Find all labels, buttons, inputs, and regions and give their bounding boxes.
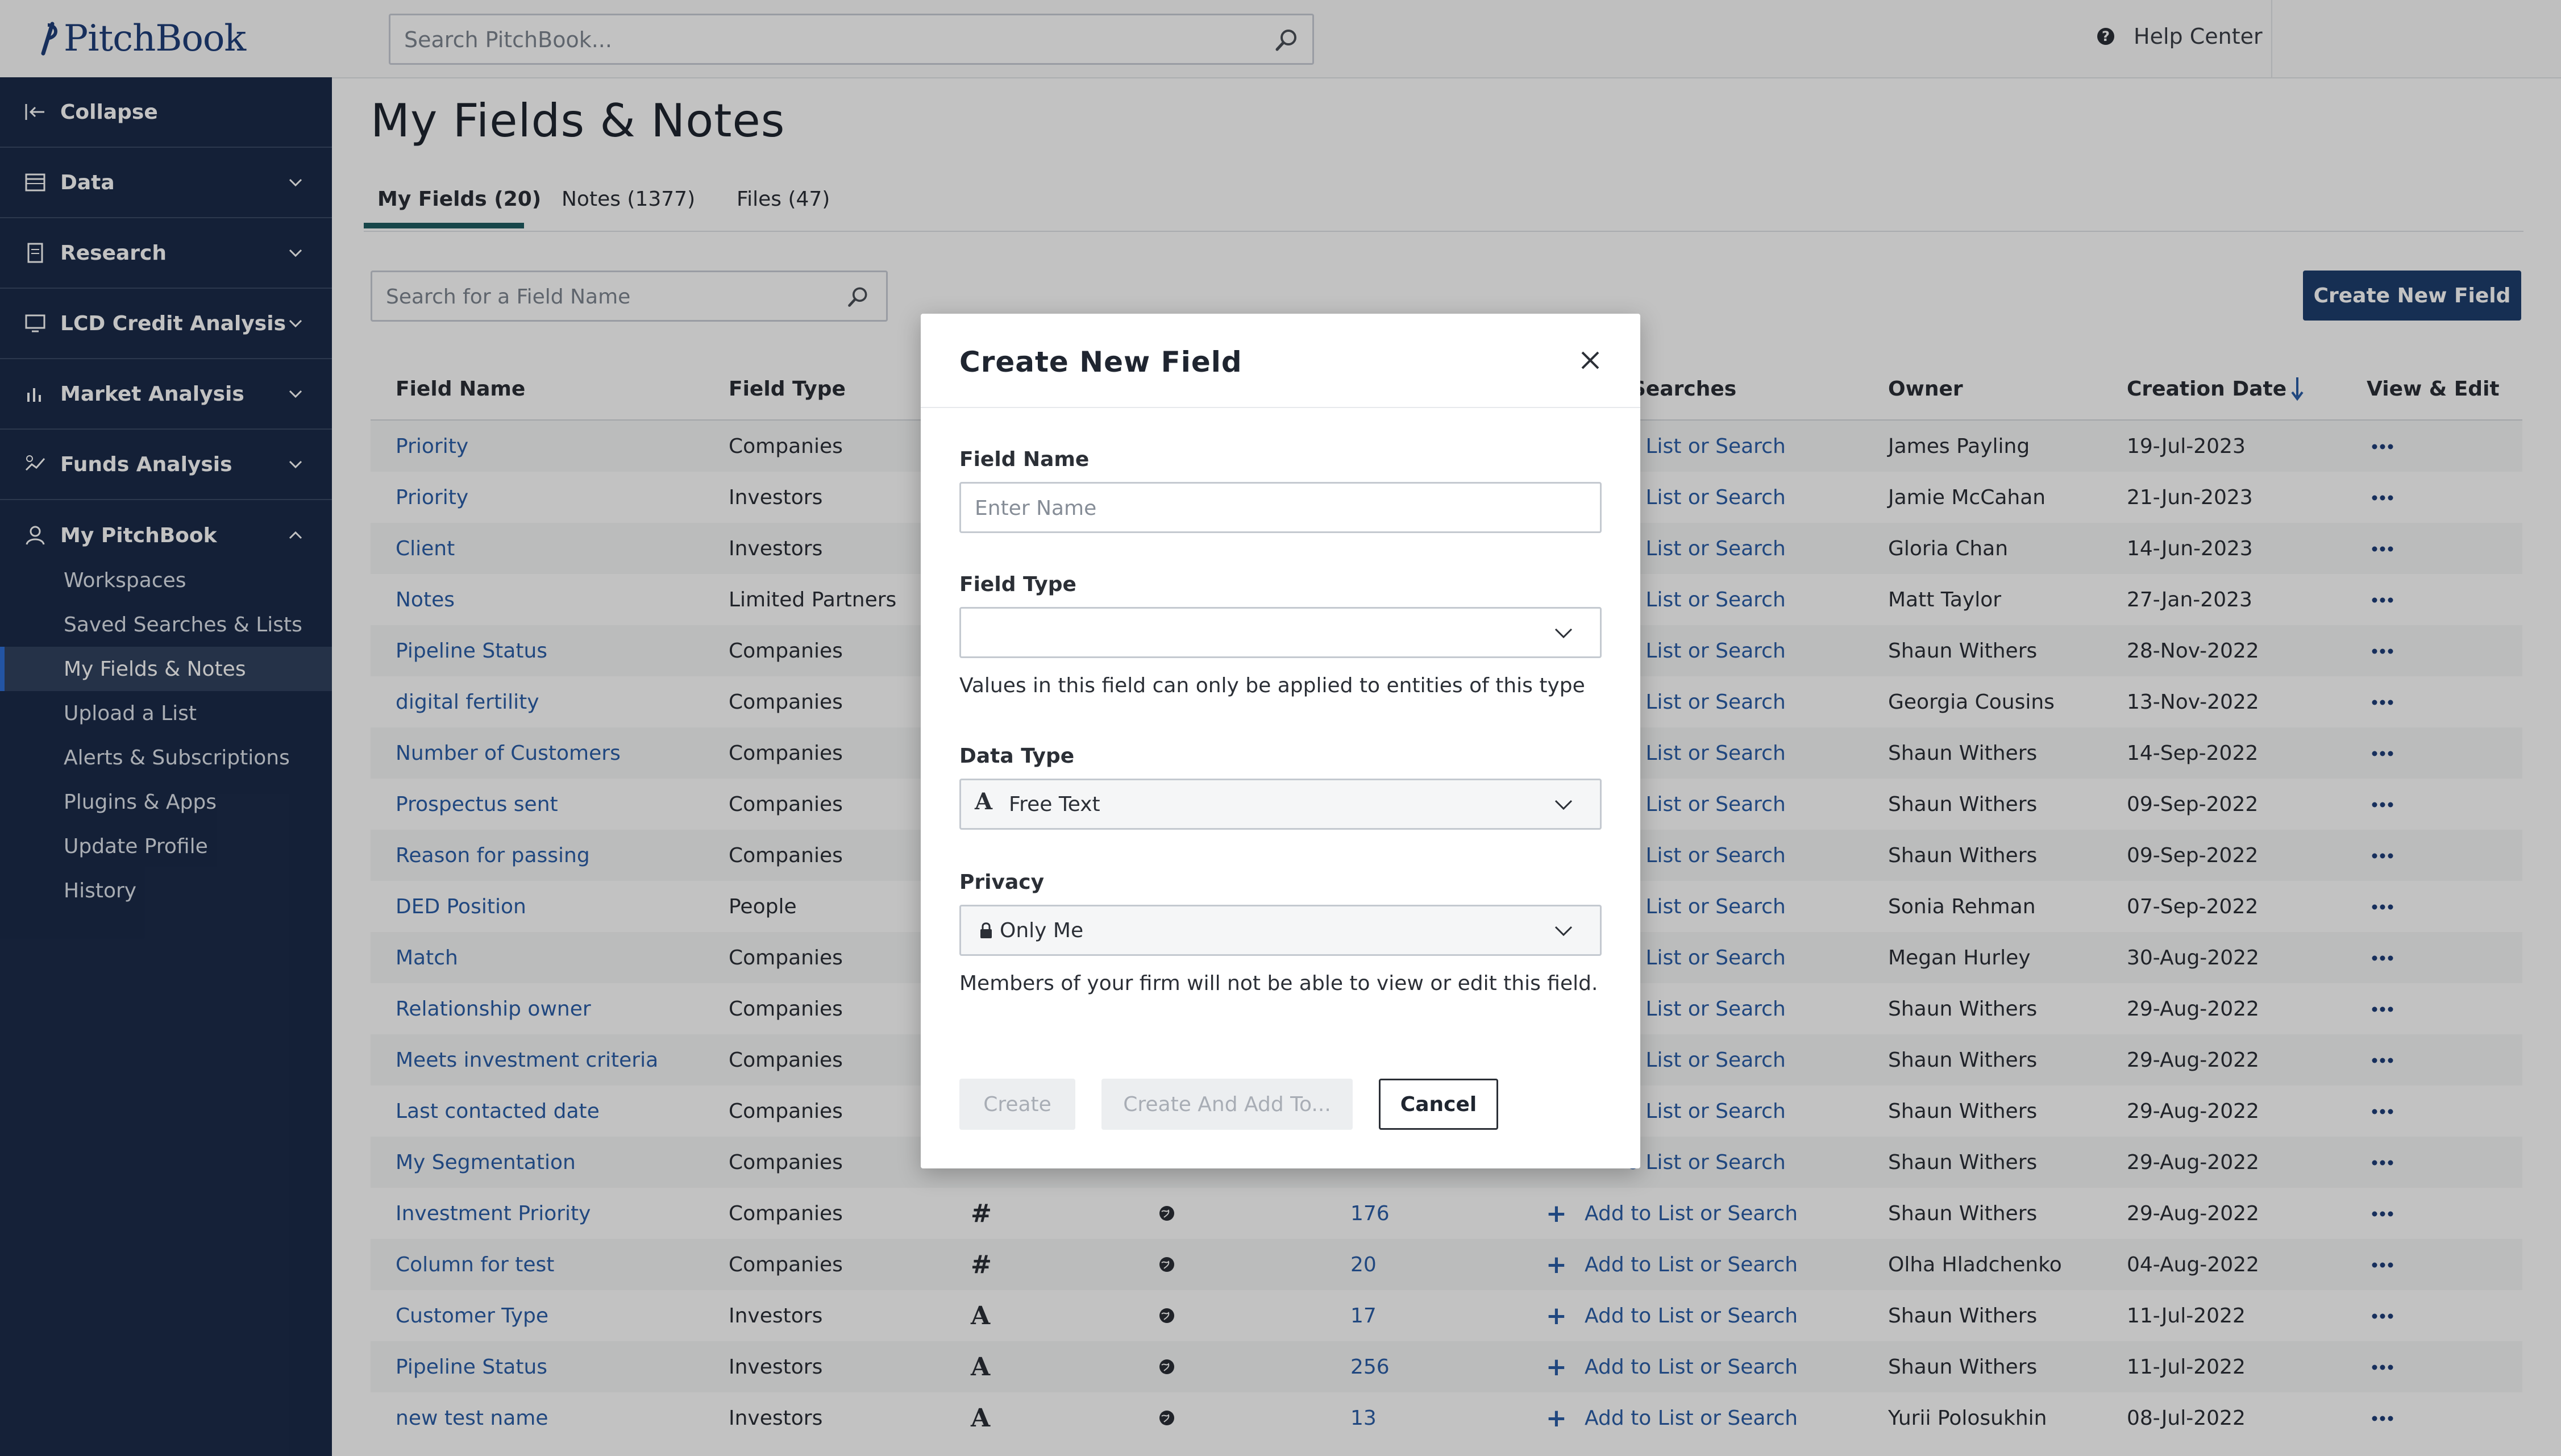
field-type-label: Field Type <box>959 573 1076 596</box>
field-name-input-box[interactable] <box>959 482 1602 533</box>
create-and-add-button[interactable]: Create And Add To... <box>1101 1079 1353 1130</box>
create-button[interactable]: Create <box>959 1079 1075 1130</box>
privacy-value: Only Me <box>1000 919 1084 942</box>
field-type-help: Values in this field can only be applied… <box>959 674 1585 697</box>
privacy-help: Members of your firm will not be able to… <box>959 972 1598 995</box>
field-name-input[interactable] <box>974 484 1578 533</box>
create-field-modal: Create New Field Field Name Field Type V… <box>921 314 1640 1168</box>
privacy-select[interactable]: Only Me <box>959 905 1602 956</box>
text-type-icon: A <box>975 788 993 815</box>
data-type-label: Data Type <box>959 744 1075 768</box>
field-type-select[interactable] <box>959 607 1602 658</box>
field-name-label: Field Name <box>959 448 1090 471</box>
chevron-down-icon <box>1554 800 1573 810</box>
chevron-down-icon <box>1554 926 1573 937</box>
cancel-button[interactable]: Cancel <box>1379 1079 1498 1130</box>
privacy-label: Privacy <box>959 871 1045 894</box>
chevron-down-icon <box>1554 628 1573 639</box>
modal-header: Create New Field <box>921 314 1640 408</box>
close-icon[interactable] <box>1579 349 1602 372</box>
data-type-select[interactable]: A Free Text <box>959 779 1602 830</box>
modal-title: Create New Field <box>959 346 1242 378</box>
lock-icon <box>980 922 992 938</box>
data-type-value: Free Text <box>1009 793 1100 816</box>
